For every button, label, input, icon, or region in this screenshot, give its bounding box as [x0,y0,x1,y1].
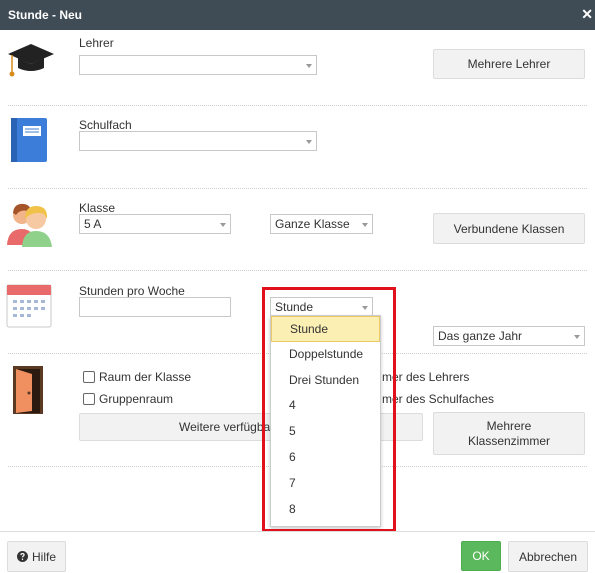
close-icon[interactable]: ✕ [581,6,593,23]
chevron-down-icon [362,223,368,227]
schulfach-label: Schulfach [79,118,132,132]
raum-des-lehrers-label: mer des Lehrers [382,370,470,384]
mehrere-klassenzimmer-line2: Klassenzimmer [467,433,551,448]
raum-der-klasse-label: Raum der Klasse [99,370,192,384]
dropdown-option-4[interactable]: 4 [271,393,380,419]
students-icon [7,203,52,247]
period-select[interactable]: Das ganze Jahr [433,326,585,346]
chevron-down-icon [306,64,312,68]
dropdown-option-5[interactable]: 5 [271,419,380,445]
dropdown-option-8[interactable]: 8 [271,497,380,523]
stunden-type-select[interactable]: Stunde [270,297,373,317]
raum-der-klasse-checkbox[interactable]: Raum der Klasse [83,370,191,384]
raum-des-schulfaches-label: mer des Schulfaches [382,392,495,406]
book-icon [11,118,47,162]
section-divider [8,105,587,106]
door-icon [13,366,43,414]
lehrer-select[interactable] [79,55,317,75]
dropdown-option-drei-stunden[interactable]: Drei Stunden [271,368,380,394]
verbundene-klassen-button[interactable]: Verbundene Klassen [433,213,585,244]
footer-divider [0,531,595,532]
stunden-count-input[interactable] [79,297,231,317]
graduation-cap-icon [8,44,54,77]
hilfe-button[interactable]: Hilfe [7,541,66,572]
dialog-titlebar: Stunde - Neu ✕ [0,0,595,30]
klasse-scope-value: Ganze Klasse [275,217,350,231]
dropdown-option-6[interactable]: 6 [271,445,380,471]
dialog-title: Stunde - Neu [8,8,82,22]
section-divider [8,188,587,189]
abbrechen-button[interactable]: Abbrechen [508,541,588,572]
hilfe-label: Hilfe [31,549,56,564]
dropdown-option-doppelstunde[interactable]: Doppelstunde [271,342,380,368]
klasse-scope-select[interactable]: Ganze Klasse [270,214,373,234]
klasse-label: Klasse [79,201,116,215]
chevron-down-icon [220,223,226,227]
mehrere-lehrer-button[interactable]: Mehrere Lehrer [433,49,585,79]
calendar-icon [6,284,52,328]
period-select-value: Das ganze Jahr [438,329,523,343]
ok-button[interactable]: OK [461,541,501,571]
dropdown-option-7[interactable]: 7 [271,471,380,497]
schulfach-select[interactable] [79,131,317,151]
stunden-type-value: Stunde [275,300,314,314]
stunden-type-dropdown[interactable]: Stunde Doppelstunde Drei Stunden 4 5 6 7… [270,315,381,527]
gruppenraum-checkbox[interactable]: Gruppenraum [83,392,173,406]
mehrere-klassenzimmer-line1: Mehrere [486,418,532,433]
stunden-label: Stunden pro Woche [79,284,185,298]
question-circle-icon [16,551,28,562]
checkbox-box[interactable] [83,371,95,383]
chevron-down-icon [574,335,580,339]
chevron-down-icon [306,140,312,144]
mehrere-klassenzimmer-button[interactable]: Mehrere Klassenzimmer [433,412,585,455]
section-divider [8,270,587,271]
klasse-select-value: 5 A [84,217,102,231]
chevron-down-icon [362,306,368,310]
klasse-select[interactable]: 5 A [79,214,231,234]
gruppenraum-label: Gruppenraum [99,392,174,406]
lehrer-label: Lehrer [79,36,114,50]
checkbox-box[interactable] [83,393,95,405]
dropdown-option-stunde[interactable]: Stunde [271,316,380,342]
